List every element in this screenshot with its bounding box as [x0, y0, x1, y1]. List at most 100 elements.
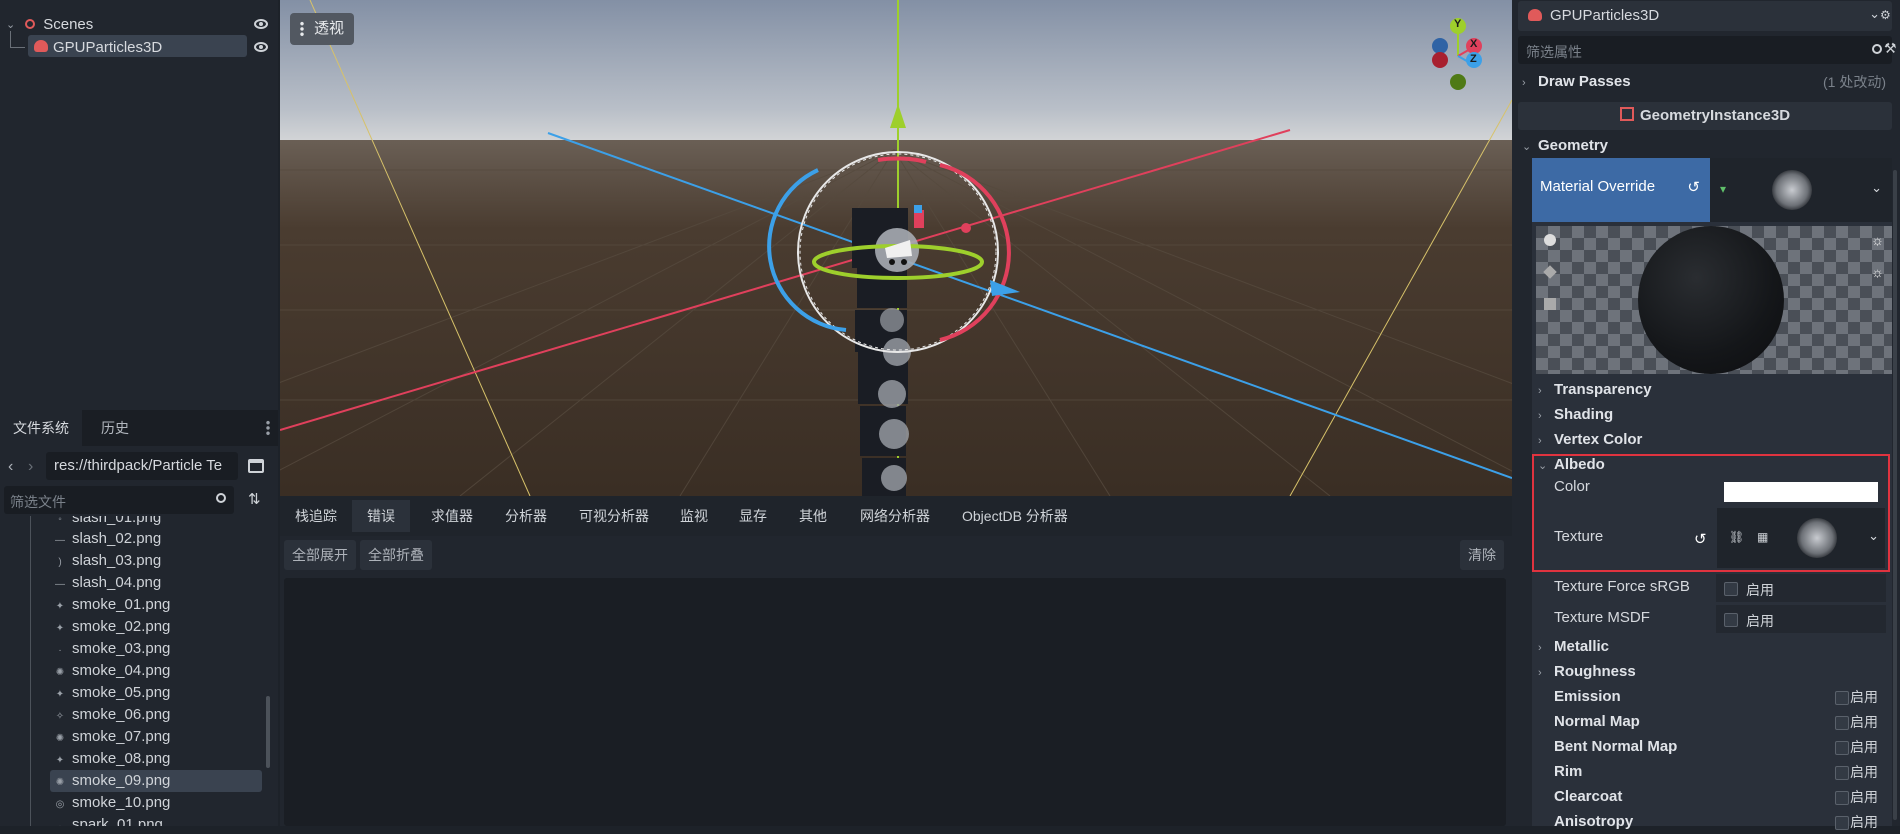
texture-icon[interactable]: ▦: [1757, 530, 1768, 544]
perspective-menu-button[interactable]: 透视: [290, 13, 355, 45]
tab-video-ram[interactable]: 显存: [724, 500, 782, 532]
list-item[interactable]: ·spark_01.png: [52, 814, 262, 826]
tab-misc[interactable]: 其他: [784, 500, 842, 532]
filter-properties-input[interactable]: 筛选属性: [1518, 36, 1892, 64]
material-resource-picker[interactable]: ▾ ⌄: [1710, 158, 1892, 222]
link-icon[interactable]: ⛓: [1729, 530, 1744, 544]
tab-stack-trace[interactable]: 栈追踪: [280, 500, 352, 532]
normal-map-section[interactable]: Normal Map 启用: [1554, 710, 1900, 734]
collapse-arrow-icon[interactable]: ⌄: [6, 18, 15, 31]
emission-section[interactable]: Emission 启用: [1554, 685, 1900, 709]
albedo-section[interactable]: ⌄ Albedo: [1538, 453, 1900, 477]
clear-button[interactable]: 清除: [1460, 540, 1504, 570]
color-swatch[interactable]: [1724, 482, 1878, 502]
material-preview[interactable]: ☼ ☼: [1536, 226, 1892, 374]
list-item[interactable]: · smoke_03.png: [52, 638, 262, 660]
geometry-section[interactable]: ⌄ Geometry: [1522, 134, 1900, 158]
visibility-eye-icon[interactable]: [254, 19, 268, 29]
list-item[interactable]: — slash_02.png: [52, 528, 262, 550]
tab-monitors[interactable]: 监视: [665, 500, 723, 532]
tab-filesystem[interactable]: 文件系统: [0, 410, 82, 446]
draw-passes-row[interactable]: › Draw Passes (1 处改动): [1522, 70, 1900, 94]
filter-files-input[interactable]: 筛选文件: [4, 486, 234, 514]
error-list[interactable]: [284, 578, 1506, 826]
history-icon[interactable]: ⚙: [1880, 8, 1891, 22]
rim-section[interactable]: Rim 启用: [1554, 760, 1900, 784]
checkbox[interactable]: [1724, 613, 1738, 627]
more-menu-icon[interactable]: [266, 420, 270, 436]
quad-preview-icon[interactable]: [1544, 298, 1556, 310]
tab-network-profiler[interactable]: 网络分析器: [845, 500, 945, 532]
3d-viewport[interactable]: 透视 Y X Z: [280, 0, 1512, 496]
chevron-down-icon: ⌄: [1538, 460, 1548, 472]
shading-section[interactable]: › Shading: [1538, 403, 1900, 427]
node-selector[interactable]: GPUParticles3D ⌄: [1518, 1, 1892, 31]
png-file-icon: ◎: [55, 799, 65, 810]
sphere-preview-icon[interactable]: [1544, 234, 1556, 246]
vertex-color-section[interactable]: › Vertex Color: [1538, 428, 1900, 452]
list-item[interactable]: ◎ smoke_10.png: [52, 792, 262, 814]
scene-tree-root-row[interactable]: ⌄ Scenes: [0, 12, 278, 36]
collapse-all-button[interactable]: 全部折叠: [360, 540, 432, 570]
chevron-right-icon: ›: [1538, 435, 1542, 447]
bent-normal-map-section[interactable]: Bent Normal Map 启用: [1554, 735, 1900, 759]
texture-msdf-field[interactable]: 启用: [1716, 605, 1886, 633]
list-item[interactable]: ✺ smoke_04.png: [52, 660, 262, 682]
scrollbar[interactable]: [266, 696, 270, 768]
tab-history[interactable]: 历史: [88, 410, 142, 446]
list-item[interactable]: ✺ smoke_07.png: [52, 726, 262, 748]
gpu-particles-icon: [34, 40, 48, 52]
transparency-section[interactable]: › Transparency: [1538, 378, 1900, 402]
revert-icon[interactable]: ↺: [1694, 530, 1707, 548]
clearcoat-section[interactable]: Clearcoat 启用: [1554, 785, 1900, 809]
orientation-gizmo[interactable]: Y X Z: [1428, 14, 1488, 94]
scrollbar[interactable]: [1893, 170, 1897, 820]
checkbox[interactable]: [1835, 716, 1849, 730]
list-item[interactable]: ✦ smoke_02.png: [52, 616, 262, 638]
revert-icon[interactable]: ↺: [1687, 178, 1700, 196]
texture-resource-picker[interactable]: ⛓ ▦ ⌄: [1717, 508, 1885, 568]
visibility-eye-icon[interactable]: [254, 42, 268, 52]
inspector-panel: GPUParticles3D ⌄ ⚙ 筛选属性 ⚒ › Draw Passes (…: [1512, 0, 1900, 830]
tree-connector: [10, 31, 25, 48]
tab-profiler[interactable]: 分析器: [490, 500, 562, 532]
checkbox[interactable]: [1835, 741, 1849, 755]
gizmo-z-label: Z: [1470, 53, 1477, 65]
tools-icon[interactable]: ⚒: [1884, 40, 1897, 57]
forward-arrow-icon[interactable]: ›: [28, 458, 33, 476]
tab-errors[interactable]: 错误: [352, 500, 410, 532]
draw-passes-change-note: (1 处改动): [1823, 74, 1886, 90]
list-item[interactable]: — slash_04.png: [52, 572, 262, 594]
scene-tree-child-row[interactable]: GPUParticles3D: [0, 31, 278, 59]
back-arrow-icon[interactable]: ‹: [8, 458, 13, 476]
list-item[interactable]: ✦ smoke_05.png: [52, 682, 262, 704]
debugger-panel: 栈追踪 错误 求值器 分析器 可视分析器 监视 显存 其他 网络分析器 Obje…: [280, 496, 1512, 826]
checkbox[interactable]: [1835, 791, 1849, 805]
tab-objectdb-profiler[interactable]: ObjectDB 分析器: [947, 500, 1083, 532]
checkbox[interactable]: [1835, 816, 1849, 830]
metallic-section[interactable]: › Metallic: [1538, 635, 1900, 659]
png-file-icon: ✺: [55, 733, 65, 744]
toggle-split-icon[interactable]: [248, 459, 264, 473]
expand-all-button[interactable]: 全部展开: [284, 540, 356, 570]
checkbox[interactable]: [1724, 582, 1738, 596]
checkbox[interactable]: [1835, 766, 1849, 780]
light-toggle-icon[interactable]: ☼: [1871, 232, 1884, 248]
light-toggle-icon[interactable]: ☼: [1871, 264, 1884, 280]
list-item[interactable]: ✦ smoke_01.png: [52, 594, 262, 616]
path-field[interactable]: res://thirdpack/Particle Te: [46, 452, 238, 480]
box-preview-icon[interactable]: [1543, 265, 1557, 279]
list-item-selected[interactable]: ✺ smoke_09.png: [50, 770, 262, 792]
checkbox[interactable]: [1835, 691, 1849, 705]
roughness-section[interactable]: › Roughness: [1538, 660, 1900, 684]
anisotropy-section[interactable]: Anisotropy 启用: [1554, 810, 1900, 834]
tab-evaluator[interactable]: 求值器: [416, 500, 488, 532]
list-item[interactable]: ) slash_03.png: [52, 550, 262, 572]
tab-visual-profiler[interactable]: 可视分析器: [564, 500, 664, 532]
sort-icon[interactable]: ⇅: [248, 490, 261, 508]
material-override-row[interactable]: Material Override ↺: [1532, 158, 1710, 222]
png-file-icon: ·: [58, 645, 62, 656]
texture-force-srgb-field[interactable]: 启用: [1716, 574, 1886, 602]
list-item[interactable]: ✧ smoke_06.png: [52, 704, 262, 726]
list-item[interactable]: ✦ smoke_08.png: [52, 748, 262, 770]
